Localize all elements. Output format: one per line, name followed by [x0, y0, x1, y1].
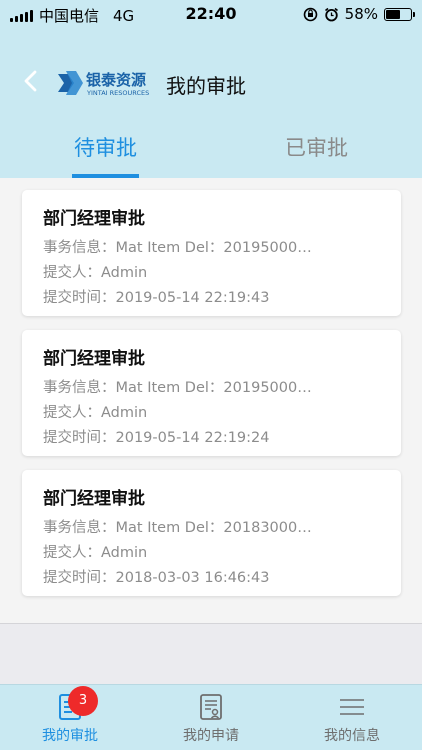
status-right: 58% — [303, 5, 415, 23]
card-submit-time: 提交时间：2019-05-14 22:19:24 — [43, 430, 270, 446]
list-divider — [0, 623, 422, 624]
approval-list: 部门经理审批 事务信息：Mat Item Del：20195000… 提交人：A… — [0, 178, 422, 623]
menu-lines-icon — [340, 699, 364, 715]
tab-approved-label: 已审批 — [285, 136, 348, 160]
tabbar-my-applications[interactable]: 我的申请 — [141, 685, 281, 750]
card-submit-time: 提交时间：2018-03-03 16:46:43 — [43, 570, 270, 586]
status-bar: 中国电信 4G 22:40 58% — [0, 0, 422, 28]
card-submitter: 提交人：Admin — [43, 405, 148, 421]
approval-count-badge: 3 — [68, 686, 98, 716]
back-arrow-icon[interactable] — [18, 66, 44, 96]
card-submitter: 提交人：Admin — [43, 545, 148, 561]
logo-text: 银泰资源 — [86, 71, 146, 89]
card-info: 事务信息：Mat Item Del：20195000… — [43, 240, 312, 256]
approval-card[interactable]: 部门经理审批 事务信息：Mat Item Del：20195000… 提交人：A… — [22, 330, 401, 456]
tab-pending-label: 待审批 — [74, 136, 137, 160]
tabbar-label: 我的审批 — [42, 728, 98, 744]
orientation-lock-icon — [303, 7, 317, 21]
tab-approved[interactable]: 已审批 — [211, 123, 422, 178]
bottom-tab-bar: 3 我的审批 我的申请 我的信息 — [0, 684, 422, 750]
card-title: 部门经理审批 — [43, 209, 145, 229]
logo-subtext: YINTAI RESOURCES — [86, 89, 149, 97]
header: 银泰资源 YINTAI RESOURCES 我的审批 待审批 已审批 — [0, 28, 422, 178]
card-info: 事务信息：Mat Item Del：20183000… — [43, 520, 312, 536]
battery-percent: 58% — [344, 5, 378, 23]
alarm-icon — [324, 7, 338, 21]
card-title: 部门经理审批 — [43, 489, 145, 509]
tabbar-label: 我的信息 — [324, 728, 380, 744]
tab-pending[interactable]: 待审批 — [0, 123, 211, 178]
approval-card[interactable]: 部门经理审批 事务信息：Mat Item Del：20183000… 提交人：A… — [22, 470, 401, 596]
page-title: 我的审批 — [166, 74, 246, 98]
tabbar-label: 我的申请 — [183, 728, 239, 744]
tabbar-my-approvals[interactable]: 3 我的审批 — [0, 685, 140, 750]
card-submitter: 提交人：Admin — [43, 265, 148, 281]
card-title: 部门经理审批 — [43, 349, 145, 369]
company-logo: 银泰资源 YINTAI RESOURCES — [56, 68, 174, 98]
logo-mark-icon: 银泰资源 YINTAI RESOURCES — [58, 71, 149, 97]
tabbar-my-info[interactable]: 我的信息 — [282, 685, 422, 750]
card-submit-time: 提交时间：2019-05-14 22:19:43 — [43, 290, 270, 306]
application-doc-icon — [200, 694, 222, 720]
approval-card[interactable]: 部门经理审批 事务信息：Mat Item Del：20195000… 提交人：A… — [22, 190, 401, 316]
approval-tabs: 待审批 已审批 — [0, 123, 422, 178]
battery-icon — [384, 7, 415, 21]
card-info: 事务信息：Mat Item Del：20195000… — [43, 380, 312, 396]
battery-fill — [386, 9, 400, 19]
